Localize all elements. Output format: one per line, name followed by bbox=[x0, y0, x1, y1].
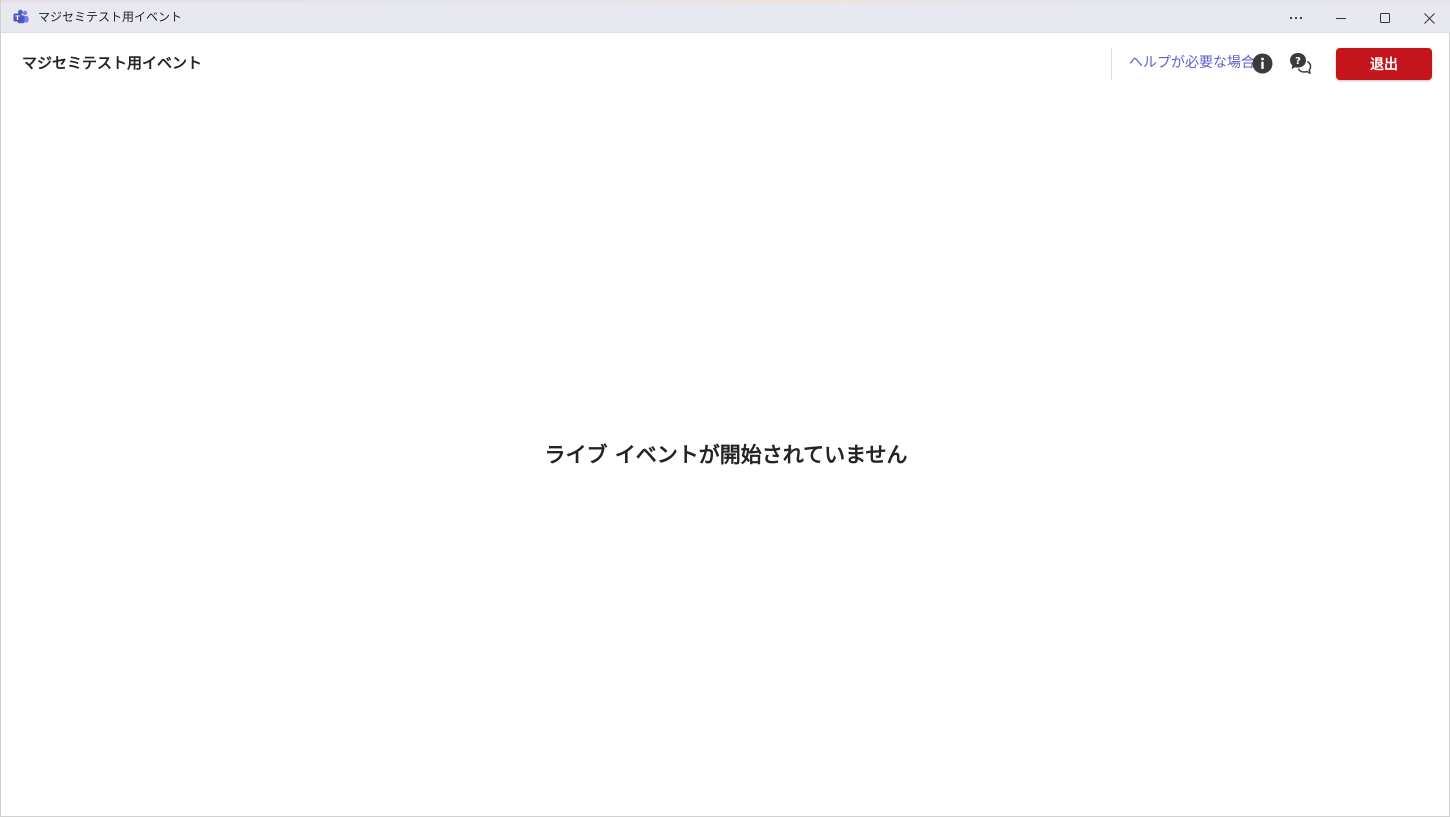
maximize-button[interactable] bbox=[1363, 3, 1407, 33]
event-status-message: ライブ イベントが開始されていません bbox=[544, 443, 908, 467]
close-icon bbox=[1423, 12, 1435, 24]
event-title: マジセミテスト用イベント bbox=[22, 54, 203, 72]
leave-button[interactable]: 退出 bbox=[1336, 48, 1432, 80]
minimize-button[interactable] bbox=[1319, 3, 1363, 33]
svg-text:?: ? bbox=[1295, 56, 1301, 67]
teams-icon: T bbox=[13, 9, 29, 24]
more-options-button[interactable] bbox=[1274, 3, 1318, 33]
info-icon[interactable] bbox=[1252, 53, 1273, 74]
minimize-icon bbox=[1336, 18, 1346, 19]
header-divider bbox=[1111, 48, 1112, 80]
event-header: マジセミテスト用イベント ヘルプが必要な場合 ? 退出 bbox=[1, 34, 1450, 94]
svg-text:T: T bbox=[15, 14, 20, 22]
close-button[interactable] bbox=[1407, 3, 1450, 33]
chat-help-icon[interactable]: ? bbox=[1288, 51, 1312, 75]
help-link[interactable]: ヘルプが必要な場合 bbox=[1129, 54, 1255, 72]
more-options-icon bbox=[1289, 16, 1303, 20]
window-title: マジセミテスト用イベント bbox=[38, 10, 183, 24]
maximize-icon bbox=[1380, 13, 1390, 23]
window-titlebar[interactable]: T マジセミテスト用イベント bbox=[1, 3, 1450, 33]
app-window: T マジセミテスト用イベント マジセミテスト用イベント ヘルプが必要な場合 ? … bbox=[0, 0, 1450, 817]
